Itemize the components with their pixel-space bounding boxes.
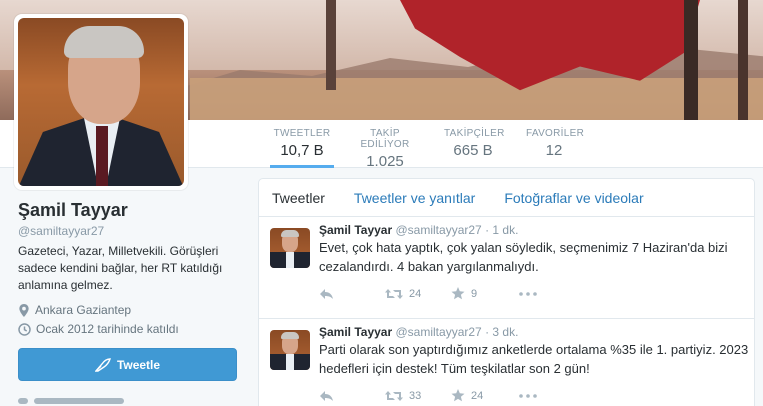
tweet-to-button[interactable]: Tweetle [18, 348, 237, 381]
retweet-count: 33 [409, 389, 422, 402]
tweet-author-name[interactable]: Şamil Tayyar [319, 223, 392, 237]
tweet-text: Parti olarak son yaptırdığımız anketlerd… [319, 342, 749, 376]
stat-value: 665 B [453, 142, 493, 159]
tweet-header: Şamil Tayyar @samiltayyar27 · 3 dk. [319, 325, 518, 339]
tweet-text: Evet, çok hata yaptık, çok yalan söyledi… [319, 240, 728, 274]
tweet-item[interactable]: Şamil Tayyar @samiltayyar27 · 3 dk. Part… [259, 319, 754, 406]
joined-text: Ocak 2012 tarihinde katıldı [36, 322, 179, 336]
reply-icon [320, 288, 333, 299]
stat-following[interactable]: TAKİP EDİLİYOR 1.025 [346, 120, 424, 170]
tweet-author-handle[interactable]: @samiltayyar27 [396, 223, 482, 237]
timeline: Tweetler Tweetler ve yanıtlar Fotoğrafla… [258, 178, 755, 406]
profile-handle[interactable]: @samiltayyar27 [18, 224, 104, 238]
stat-label: FAVORİLER [526, 128, 585, 139]
tweet-actions: 24 9 [319, 287, 537, 300]
favorite-button[interactable]: 9 [451, 287, 519, 300]
star-icon [451, 287, 465, 300]
tweet-timestamp[interactable]: 3 dk. [492, 325, 518, 339]
profile-location: Ankara Gaziantep [18, 303, 131, 317]
tab-photos-and-videos[interactable]: Fotoğraflar ve videolar [504, 190, 643, 206]
tweet-item[interactable]: Şamil Tayyar @samiltayyar27 · 1 dk. Evet… [259, 217, 754, 319]
retweet-button[interactable]: 33 [385, 390, 451, 402]
tweet-separator: · [485, 325, 490, 339]
tweet-separator: · [485, 223, 490, 237]
location-text: Ankara Gaziantep [35, 303, 132, 317]
location-pin-icon [19, 303, 29, 317]
stat-value: 10,7 B [280, 142, 324, 159]
tweet-avatar[interactable] [270, 228, 310, 268]
more-icon [519, 393, 537, 398]
stat-label: TAKİP EDİLİYOR [360, 128, 410, 150]
reply-button[interactable] [319, 288, 385, 300]
stat-value: 12 [545, 142, 563, 159]
tweet-button-label: Tweetle [116, 357, 161, 372]
star-icon [451, 389, 465, 402]
profile-more-row [18, 398, 218, 406]
more-icon [519, 291, 537, 296]
favorite-count: 9 [471, 287, 478, 300]
tab-tweets-and-replies[interactable]: Tweetler ve yanıtlar [354, 190, 475, 206]
profile-avatar[interactable] [14, 14, 188, 190]
stat-value: 1.025 [366, 153, 404, 170]
stat-label: TWEETLER [273, 128, 331, 139]
more-button[interactable] [519, 291, 537, 296]
profile-bio: Gazeteci, Yazar, Milletvekili. Görüşleri… [18, 244, 223, 292]
stat-followers[interactable]: TAKİPÇİLER 665 B [444, 120, 505, 168]
profile-joined: Ocak 2012 tarihinde katıldı [18, 322, 179, 336]
favorite-button[interactable]: 24 [451, 389, 519, 402]
tweet-header: Şamil Tayyar @samiltayyar27 · 1 dk. [319, 223, 518, 237]
retweet-count: 24 [409, 287, 422, 300]
profile-name[interactable]: Şamil Tayyar [18, 200, 128, 221]
tab-tweets[interactable]: Tweetler [272, 190, 325, 206]
tweet-actions: 33 24 [319, 389, 537, 402]
reply-icon [320, 390, 333, 401]
stat-tweets[interactable]: TWEETLER 10,7 B [270, 120, 334, 168]
retweet-icon [385, 288, 403, 299]
more-button[interactable] [519, 393, 537, 398]
quill-icon [94, 357, 111, 372]
reply-button[interactable] [319, 390, 385, 402]
calendar-icon [18, 322, 31, 336]
tweet-timestamp[interactable]: 1 dk. [492, 223, 518, 237]
tweet-author-handle[interactable]: @samiltayyar27 [396, 325, 482, 339]
stat-favorites[interactable]: FAVORİLER 12 [526, 120, 585, 168]
tweet-avatar[interactable] [270, 330, 310, 370]
retweet-button[interactable]: 24 [385, 288, 451, 300]
timeline-tabs: Tweetler Tweetler ve yanıtlar Fotoğrafla… [259, 179, 754, 217]
tweet-author-name[interactable]: Şamil Tayyar [319, 325, 392, 339]
favorite-count: 24 [471, 389, 484, 402]
stat-label: TAKİPÇİLER [444, 128, 505, 139]
retweet-icon [385, 390, 403, 401]
